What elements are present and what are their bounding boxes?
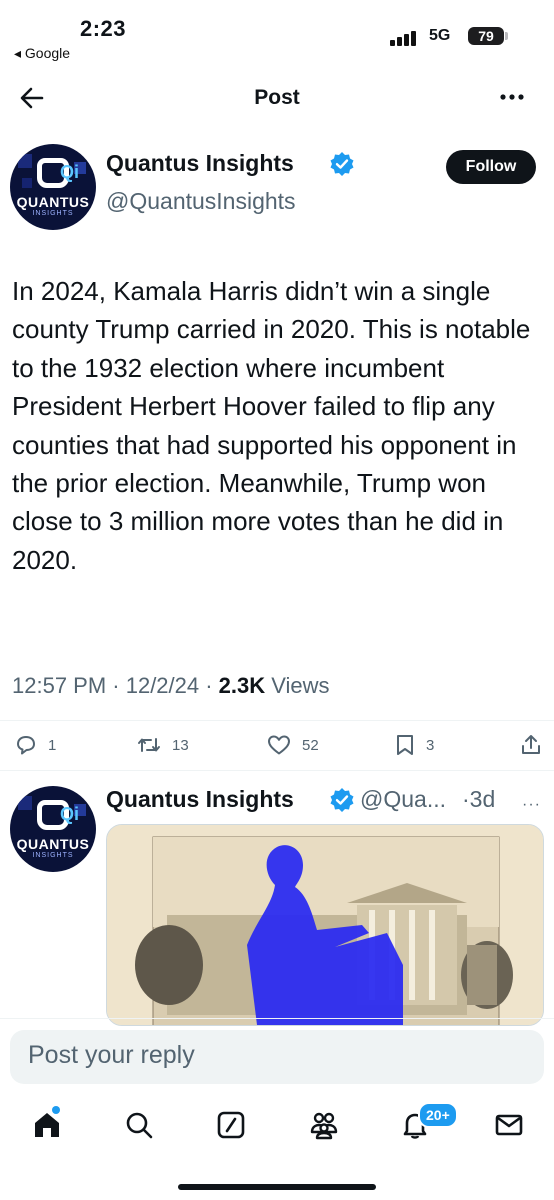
like-button[interactable]: 52 xyxy=(266,733,319,757)
bookmark-count: 3 xyxy=(426,736,435,754)
heart-icon xyxy=(268,735,290,755)
logo-sub: INSIGHTS xyxy=(32,852,74,859)
repost-count: 13 xyxy=(172,736,189,754)
bookmark-icon xyxy=(397,735,413,755)
author-handle[interactable]: @QuantusInsights xyxy=(106,188,296,215)
network-type: 5G xyxy=(429,27,451,44)
reply-icon xyxy=(17,736,35,755)
reply-time: ·3d xyxy=(462,786,496,812)
follow-button[interactable]: Follow xyxy=(446,150,536,184)
home-indicator xyxy=(178,1184,376,1190)
reply-display-name[interactable]: Quantus Insights xyxy=(106,786,294,813)
share-button[interactable] xyxy=(520,733,542,757)
repost-button[interactable]: 13 xyxy=(136,733,189,757)
divider xyxy=(0,1018,554,1019)
post-timestamp: 12:57 PM · 12/2/24 · xyxy=(12,673,219,698)
divider xyxy=(0,720,554,721)
divider xyxy=(0,770,554,771)
battery-cap xyxy=(505,32,508,40)
page-title: Post xyxy=(254,86,300,109)
white-house-illustration xyxy=(107,825,543,1025)
notifications-badge: 20+ xyxy=(418,1102,458,1128)
status-time: 2:23 xyxy=(80,16,127,41)
signal-icon xyxy=(390,30,420,51)
more-options-icon[interactable] xyxy=(498,86,526,113)
reply-image[interactable] xyxy=(106,824,544,1026)
post-meta: 12:57 PM · 12/2/24 · 2.3K Views xyxy=(12,673,330,699)
reply-avatar[interactable]: Qi QUANTUS INSIGHTS xyxy=(10,786,96,872)
logo-brand: QUANTUS xyxy=(16,836,90,852)
logo-brand: QUANTUS xyxy=(16,194,90,210)
reply-placeholder: Post your reply xyxy=(28,1041,195,1069)
home-icon[interactable] xyxy=(32,1110,62,1143)
communities-icon[interactable] xyxy=(308,1110,340,1145)
reply-count: 1 xyxy=(48,736,57,754)
bookmark-button[interactable]: 3 xyxy=(394,733,434,757)
views-count: 2.3K xyxy=(218,673,266,698)
grok-icon[interactable] xyxy=(216,1110,246,1145)
verified-badge-icon xyxy=(329,151,355,182)
logo-sub: INSIGHTS xyxy=(32,210,74,217)
post-text: In 2024, Kamala Harris didn’t win a sing… xyxy=(12,276,531,575)
logo-text: Qi xyxy=(60,804,80,824)
reply-more-icon[interactable]: ··· xyxy=(522,796,541,814)
views-label[interactable]: Views xyxy=(265,673,329,698)
verified-badge-icon xyxy=(329,787,355,818)
share-icon xyxy=(522,735,540,754)
back-to-app-link[interactable]: ◂ Google xyxy=(14,45,70,62)
reply-handle[interactable]: @Qua... xyxy=(360,786,446,813)
avatar[interactable]: Qi QUANTUS INSIGHTS xyxy=(10,144,96,230)
reply-button[interactable]: 1 xyxy=(14,733,56,757)
messages-icon[interactable] xyxy=(494,1110,524,1145)
like-count: 52 xyxy=(302,736,319,754)
battery-icon: 79 xyxy=(468,27,504,45)
search-icon[interactable] xyxy=(124,1110,154,1145)
repost-icon xyxy=(138,738,160,752)
logo-text: Qi xyxy=(60,162,80,182)
author-display-name[interactable]: Quantus Insights xyxy=(106,150,294,177)
home-unread-dot xyxy=(52,1106,60,1114)
